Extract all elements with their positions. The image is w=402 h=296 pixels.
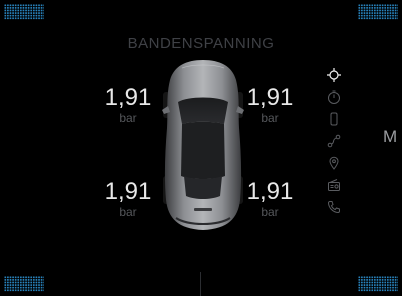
tire-rear-right-value: 1,91: [246, 178, 294, 205]
corner-dots-top-right: [358, 4, 398, 20]
tire-rear-right: 1,91 bar: [240, 178, 300, 220]
tire-front-left-unit: bar: [119, 111, 137, 125]
phone-device-icon[interactable]: [322, 108, 346, 130]
tire-pressure-screen: BANDENSPANNING 1,91 bar 1,91 bar 1,91 ba…: [0, 0, 402, 296]
timer-icon[interactable]: [322, 86, 346, 108]
tire-rear-right-unit: bar: [261, 205, 279, 219]
tire-front-left: 1,91 bar: [98, 84, 158, 126]
bottom-divider: [200, 272, 201, 296]
side-navigation: [322, 64, 346, 218]
location-pin-icon[interactable]: [322, 152, 346, 174]
tire-front-right: 1,91 bar: [240, 84, 300, 126]
corner-dots-top-left: [4, 4, 44, 20]
phone-call-icon[interactable]: [322, 196, 346, 218]
offscreen-menu-letter[interactable]: M: [383, 127, 397, 147]
tire-rear-left-unit: bar: [119, 205, 137, 219]
radio-icon[interactable]: [322, 174, 346, 196]
tire-pressure-icon[interactable]: [322, 64, 346, 86]
page-title: BANDENSPANNING: [127, 35, 275, 52]
tire-front-left-value: 1,91: [104, 84, 152, 111]
tire-rear-left-value: 1,91: [104, 178, 152, 205]
tire-front-right-value: 1,91: [246, 84, 294, 111]
route-icon[interactable]: [322, 130, 346, 152]
tire-rear-left: 1,91 bar: [98, 178, 158, 220]
car-top-view: [162, 60, 244, 230]
tire-front-right-unit: bar: [261, 111, 279, 125]
corner-dots-bottom-left: [4, 276, 44, 292]
corner-dots-bottom-right: [358, 276, 398, 292]
